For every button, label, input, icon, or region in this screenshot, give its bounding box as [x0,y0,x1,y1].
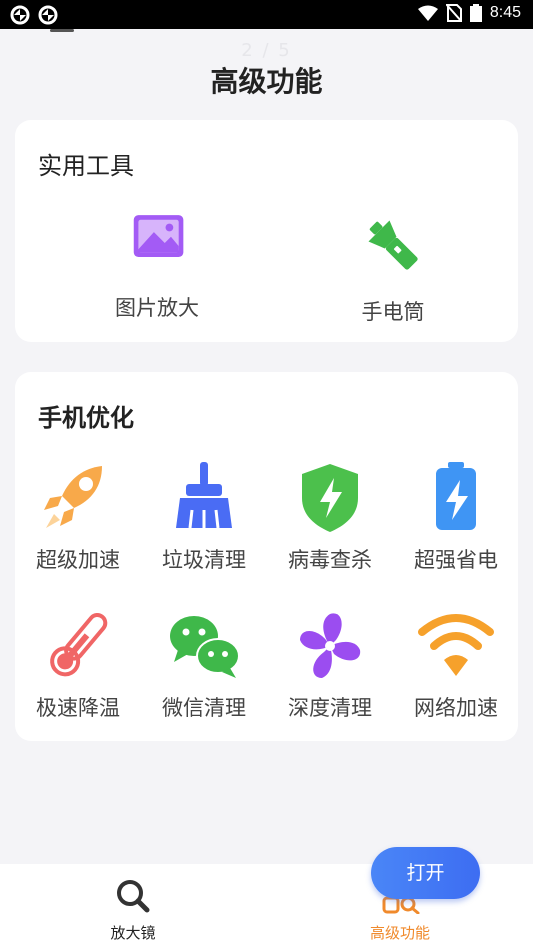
broom-icon [176,462,232,529]
opt-label: 超级加速 [36,548,120,572]
drag-handle [50,29,74,32]
fan-icon [300,613,361,678]
status-right-icons: 8:45 [417,4,521,22]
nav-label: 高级功能 [369,924,430,942]
tool-flashlight[interactable]: 手电筒 [313,212,473,326]
page-title: 高级功能 [210,65,323,98]
status-bar: 8:45 [0,0,533,29]
opt-wechat-clean[interactable]: 微信清理 [141,610,267,722]
opt-label: 深度清理 [288,696,372,720]
opt-fast-cool[interactable]: 极速降温 [15,610,141,722]
opt-label: 极速降温 [36,696,120,720]
tool-image-enlarge[interactable]: 图片放大 [77,212,237,322]
battery-status-icon [469,4,482,22]
status-left-icons [10,5,58,25]
nav-label: 放大镜 [110,924,156,942]
thermometer-icon [50,613,108,677]
magnifier-icon [117,880,150,913]
opt-virus-scan[interactable]: 病毒查杀 [267,462,393,574]
no-sim-icon [445,4,462,22]
page-indicator: 2 / 5 [241,40,292,61]
opt-label: 网络加速 [414,696,498,720]
open-button[interactable]: 打开 [371,847,480,899]
opt-junk-clean[interactable]: 垃圾清理 [141,462,267,574]
opt-super-speed[interactable]: 超级加速 [15,462,141,574]
image-icon [133,215,184,257]
optimize-card-title: 手机优化 [38,404,134,432]
opt-power-save[interactable]: 超强省电 [393,462,519,574]
opt-label: 垃圾清理 [162,548,246,572]
opt-label: 病毒查杀 [288,548,372,572]
sync-icon [10,5,30,25]
opt-network-speed[interactable]: 网络加速 [393,610,519,722]
wifi-signal-icon [417,5,438,21]
flashlight-icon [368,220,418,270]
tool-label: 手电筒 [361,300,425,324]
nav-item-magnifier[interactable]: 放大镜 [63,878,203,943]
tools-card: 实用工具 图片放大 手电筒 [15,120,518,342]
tool-label: 图片放大 [115,296,199,320]
optimize-card: 手机优化 超级加速 垃圾清理 病毒查杀 超强省电 极速降温 微信清理 深度清理 … [15,372,518,741]
battery-icon [436,462,476,530]
shield-icon [302,464,358,532]
tools-card-title: 实用工具 [38,152,134,180]
wechat-icon [170,616,240,678]
rocket-icon [44,466,102,528]
status-time: 8:45 [489,4,521,21]
wifi-icon [418,614,494,676]
opt-label: 超强省电 [414,548,498,572]
opt-label: 微信清理 [162,696,246,720]
opt-deep-clean[interactable]: 深度清理 [267,610,393,722]
sync-icon [38,5,58,25]
